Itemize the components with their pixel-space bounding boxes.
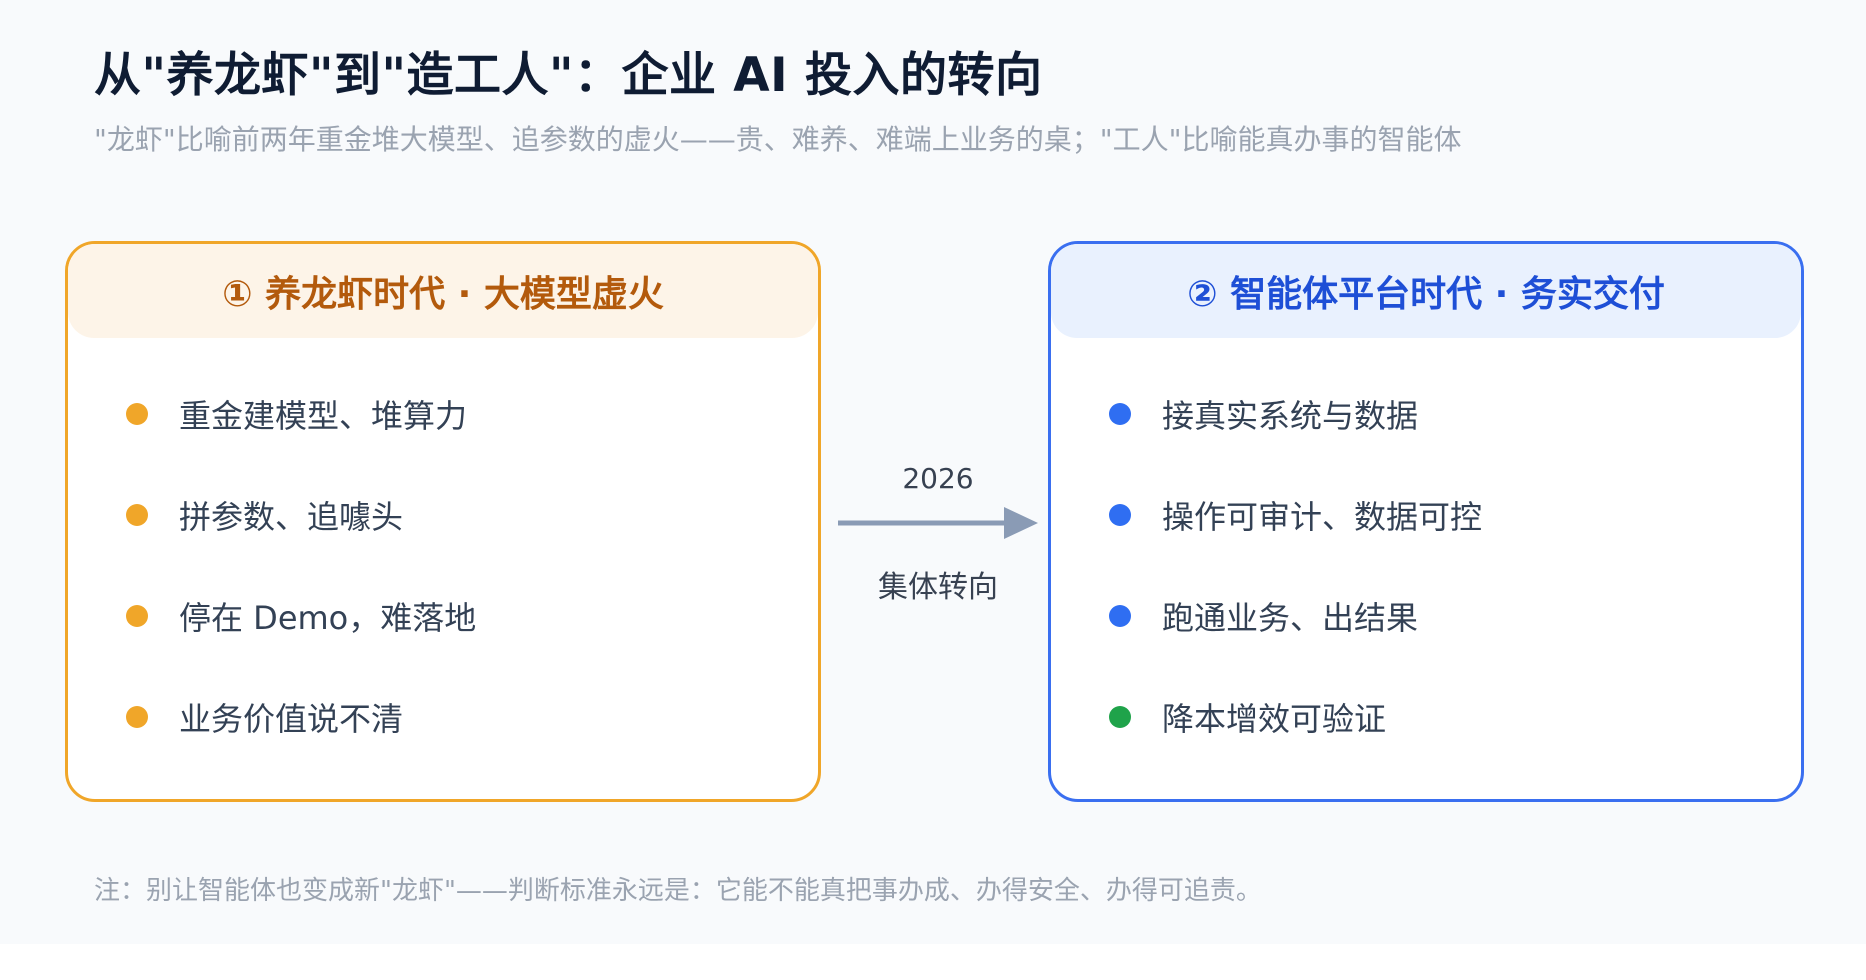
list-item-text: 操作可审计、数据可控 (1162, 498, 1483, 536)
page-subtitle: "龙虾"比喻前两年重金堆大模型、追参数的虚火——贵、难养、难端上业务的桌；"工人… (94, 123, 1462, 156)
list-item-text: 拼参数、追噱头 (179, 498, 404, 536)
card-agent-era-header: ② 智能体平台时代 · 务实交付 (1051, 244, 1801, 338)
page-title: 从"养龙虾"到"造工人"：企业 AI 投入的转向 (94, 48, 1043, 103)
blue-bullet-icon (1109, 403, 1131, 425)
transition-year: 2026 (902, 462, 974, 495)
list-item-text: 重金建模型、堆算力 (179, 397, 468, 435)
card-dragon-era: ① 养龙虾时代 · 大模型虚火 重金建模型、堆算力 拼参数、追噱头 停在 Dem… (65, 241, 821, 802)
footnote: 注：别让智能体也变成新"龙虾"——判断标准永远是：它能不能真把事办成、办得安全、… (94, 876, 1262, 906)
transition-label: 集体转向 (878, 570, 998, 605)
green-bullet-icon (1109, 706, 1131, 728)
list-item-text: 降本增效可验证 (1162, 700, 1387, 738)
list-item-text: 业务价值说不清 (179, 700, 404, 738)
list-item-text: 跑通业务、出结果 (1162, 599, 1419, 637)
list-item-text: 停在 Demo，难落地 (179, 599, 477, 637)
blue-bullet-icon (1109, 504, 1131, 526)
right-arrow-icon (838, 507, 1038, 539)
orange-bullet-icon (126, 605, 148, 627)
card-dragon-era-header: ① 养龙虾时代 · 大模型虚火 (68, 244, 818, 338)
diagram-canvas: 从"养龙虾"到"造工人"：企业 AI 投入的转向 "龙虾"比喻前两年重金堆大模型… (0, 0, 1866, 944)
orange-bullet-icon (126, 403, 148, 425)
orange-bullet-icon (126, 706, 148, 728)
blue-bullet-icon (1109, 605, 1131, 627)
card-agent-era: ② 智能体平台时代 · 务实交付 接真实系统与数据 操作可审计、数据可控 跑通业… (1048, 241, 1804, 802)
list-item-text: 接真实系统与数据 (1162, 397, 1419, 435)
orange-bullet-icon (126, 504, 148, 526)
